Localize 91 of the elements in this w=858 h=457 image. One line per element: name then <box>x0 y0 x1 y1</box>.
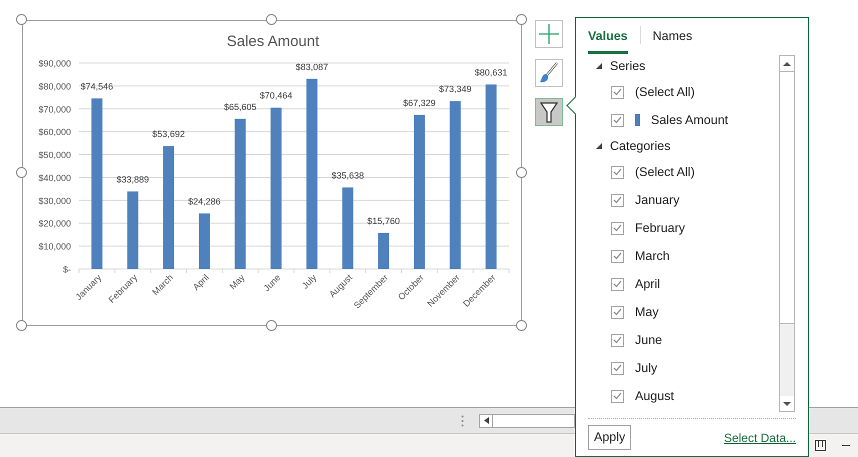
checkbox[interactable] <box>611 86 624 98</box>
checkbox[interactable] <box>611 306 624 318</box>
scroll-left-button[interactable] <box>479 414 493 428</box>
data-label: $53,692 <box>152 129 185 140</box>
data-label: $80,631 <box>474 67 508 78</box>
axis-label: $- <box>62 264 71 274</box>
axis-label: $20,000 <box>38 218 71 229</box>
expand-icon[interactable] <box>596 63 602 69</box>
resize-handle[interactable] <box>266 320 276 330</box>
bar[interactable] <box>306 78 318 269</box>
resize-handle[interactable] <box>516 166 526 178</box>
chart-filters-button[interactable] <box>535 98 563 126</box>
plus-icon <box>539 24 559 44</box>
up-arrow-icon[interactable] <box>783 62 791 66</box>
bar[interactable] <box>127 191 138 269</box>
down-arrow-icon[interactable] <box>783 402 791 406</box>
vertical-scrollbar[interactable] <box>779 55 795 412</box>
resize-handle[interactable] <box>16 320 26 330</box>
item-label: (Select All) <box>635 164 695 181</box>
left-arrow-icon <box>484 417 488 424</box>
chart-title: Sales Amount <box>226 33 320 50</box>
bar[interactable] <box>378 232 390 269</box>
chart-frame[interactable] <box>22 20 522 326</box>
item-label: June <box>635 332 662 349</box>
bar[interactable] <box>198 213 210 269</box>
data-label: $73,349 <box>438 84 472 94</box>
data-label: $65,605 <box>224 102 257 112</box>
data-label: $67,329 <box>403 98 436 108</box>
axis-label: $80,000 <box>38 81 71 92</box>
resize-handle[interactable] <box>266 14 276 24</box>
checkbox[interactable] <box>611 334 624 346</box>
item-label: February <box>635 220 686 237</box>
axis-label: $50,000 <box>38 150 71 160</box>
funnel-icon <box>540 102 558 122</box>
data-label: $15,760 <box>367 216 400 226</box>
item-label: July <box>635 360 658 377</box>
data-label: $33,889 <box>116 174 150 184</box>
tab[interactable]: Names <box>652 18 692 54</box>
horizontal-scrollbar[interactable] <box>493 414 575 428</box>
checkbox[interactable] <box>611 222 624 234</box>
checkbox[interactable] <box>611 166 624 178</box>
item-label: (Select All) <box>635 84 695 101</box>
item-label: May <box>635 304 659 321</box>
group-label: Categories <box>610 138 670 155</box>
bar[interactable] <box>270 108 282 269</box>
resize-handle[interactable] <box>16 166 26 178</box>
category-label: July <box>300 272 318 291</box>
resize-handle[interactable] <box>516 14 526 24</box>
bar[interactable] <box>234 118 246 269</box>
chart-elements-button[interactable] <box>535 20 563 48</box>
bar[interactable] <box>91 98 102 269</box>
bar[interactable] <box>486 84 497 269</box>
resize-handle[interactable] <box>516 320 526 330</box>
bar[interactable] <box>450 101 461 269</box>
axis-label: $60,000 <box>38 127 71 138</box>
axis-label: $30,000 <box>38 196 71 206</box>
data-label: $70,464 <box>260 90 292 101</box>
bar[interactable] <box>342 187 354 269</box>
category-label: May <box>228 272 247 292</box>
zoom-out-icon[interactable] <box>842 444 850 447</box>
expand-icon[interactable] <box>596 143 602 149</box>
data-label: $35,638 <box>331 170 364 180</box>
resize-handle[interactable] <box>16 14 26 24</box>
apply-button[interactable]: Apply <box>588 425 632 450</box>
item-label: April <box>635 276 660 293</box>
checkbox[interactable] <box>611 362 624 374</box>
checkbox[interactable] <box>611 390 624 402</box>
checkbox[interactable] <box>611 114 624 126</box>
checkbox[interactable] <box>611 278 624 290</box>
data-label: $74,546 <box>80 81 114 92</box>
select-data-link[interactable]: Select Data... <box>724 428 796 446</box>
item-label: Sales Amount <box>651 112 728 129</box>
checkbox[interactable] <box>611 194 624 206</box>
splitter-icon[interactable] <box>461 414 464 426</box>
axis-label: $90,000 <box>38 58 71 68</box>
axis-label: $70,000 <box>38 104 71 114</box>
paintbrush-icon <box>539 62 559 84</box>
bar[interactable] <box>414 114 425 269</box>
item-label: January <box>635 192 680 209</box>
tab[interactable]: Values <box>588 18 628 54</box>
axis-label: $40,000 <box>38 172 71 183</box>
axis-label: $10,000 <box>38 242 71 252</box>
page-layout-icon[interactable] <box>815 440 826 451</box>
group-label: Series <box>610 58 646 75</box>
checkbox[interactable] <box>611 250 624 262</box>
item-label: March <box>635 248 670 265</box>
chart-styles-button[interactable] <box>535 59 563 87</box>
item-label: August <box>635 388 674 405</box>
data-label: $24,286 <box>188 196 221 206</box>
bar[interactable] <box>163 146 174 269</box>
data-label: $83,087 <box>296 62 328 72</box>
